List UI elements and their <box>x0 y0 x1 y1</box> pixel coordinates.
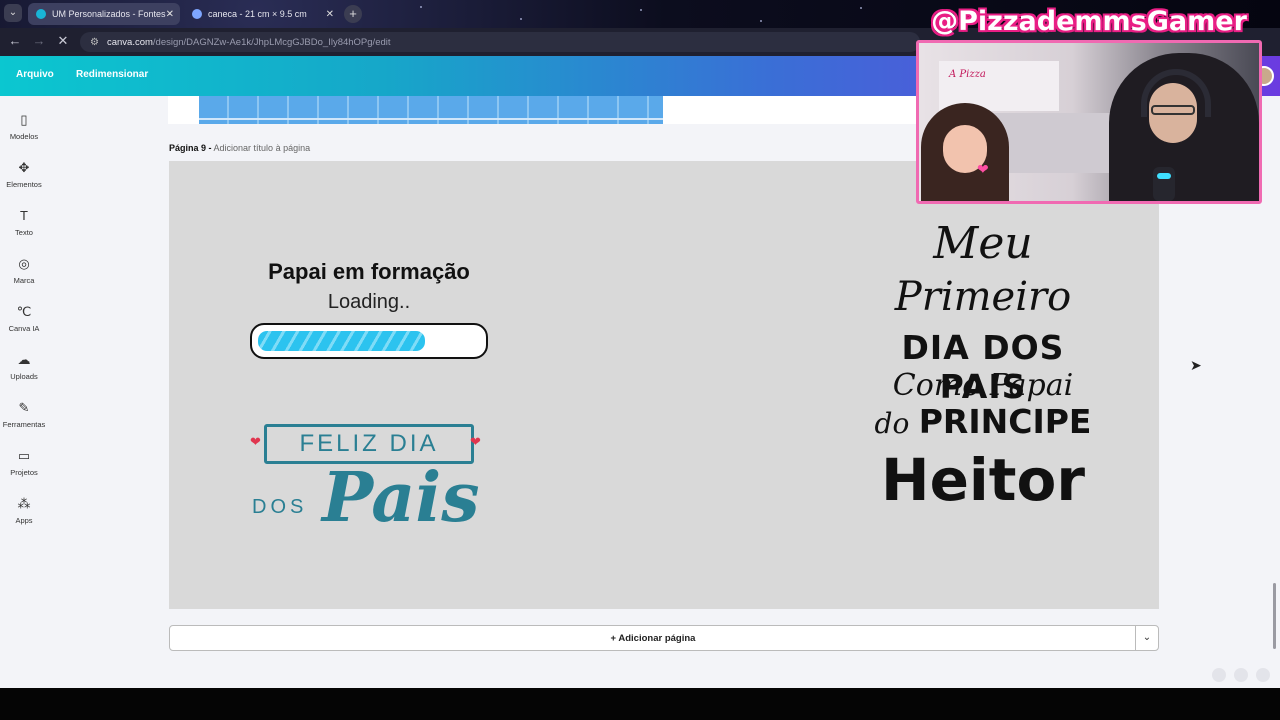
sidebar-item-label: Texto <box>15 228 33 237</box>
sidebar-item-texto[interactable]: T Texto <box>0 208 48 237</box>
loading-text[interactable]: Loading.. <box>250 291 488 314</box>
sidebar: ▯ Modelos ✥ Elementos T Texto ◎ Marca ℃ … <box>0 96 48 688</box>
sidebar-item-marca[interactable]: ◎ Marca <box>0 256 48 285</box>
pais-text: Pais <box>322 458 480 538</box>
stream-webcam-overlay: A Pizza ❤ @PizzademmsGamer <box>916 6 1262 204</box>
primeiro-text[interactable]: Primeiro <box>858 274 1108 320</box>
do-principe-text[interactable]: do PRINCIPE <box>858 402 1108 442</box>
sidebar-item-label: Marca <box>13 276 35 285</box>
back-arrow-icon[interactable]: ← <box>6 33 24 48</box>
folder-icon: ▭ <box>17 448 31 463</box>
streamer-handle: @PizzademmsGamer <box>931 6 1247 37</box>
glasses-icon <box>1151 105 1195 115</box>
site-info-icon[interactable]: ⚙ <box>90 37 99 48</box>
draw-tools-icon: ✎ <box>18 400 30 415</box>
close-tab-icon[interactable]: ✕ <box>326 9 334 20</box>
mouse-cursor-icon: ➤ <box>1190 357 1202 373</box>
cartoon-avatar: ❤ <box>921 103 1009 201</box>
magic-ai-icon: ℃ <box>16 304 32 319</box>
feliz-dia-text: FELIZ DIA <box>299 430 439 457</box>
brand-icon: ◎ <box>18 256 30 271</box>
help-dot-icon[interactable] <box>1234 668 1248 682</box>
help-dot-icon[interactable] <box>1212 668 1226 682</box>
dos-text: DOS <box>252 496 308 518</box>
url-path: /design/DAGNZw-Ae1k/JhpLMcgGJBDo_Ily84hO… <box>152 36 391 48</box>
resize-button[interactable]: Redimensionar <box>76 69 148 80</box>
sidebar-item-label: Apps <box>15 516 33 525</box>
bottom-bar <box>0 688 1280 720</box>
webcam-feed: A Pizza ❤ <box>916 40 1262 204</box>
page-title[interactable]: Página 9 - Adicionar título à página <box>169 143 310 153</box>
sidebar-item-canva-ia[interactable]: ℃ Canva IA <box>0 304 48 333</box>
sidebar-item-apps[interactable]: ⁂ Apps <box>0 496 48 525</box>
browser-tab[interactable]: caneca - 21 cm × 9.5 cm ✕ <box>184 3 340 25</box>
templates-icon: ▯ <box>20 112 28 127</box>
sidebar-item-ferramentas[interactable]: ✎ Ferramentas <box>0 400 48 429</box>
tab-search-menu-icon[interactable]: ⌄ <box>4 4 22 22</box>
page-number: Página 9 - <box>169 143 212 153</box>
sidebar-item-projetos[interactable]: ▭ Projetos <box>0 448 48 477</box>
sidebar-item-label: Elementos <box>6 180 42 189</box>
sidebar-item-label: Canva IA <box>8 324 40 333</box>
sidebar-item-uploads[interactable]: ☁ Uploads <box>0 352 48 381</box>
url-host: canva.com <box>106 36 153 48</box>
add-page-label: + Adicionar página <box>610 633 696 644</box>
heitor-text[interactable]: Heitor <box>858 446 1108 514</box>
tab-favicon-icon <box>192 9 202 19</box>
loading-progress-fill <box>258 331 425 351</box>
add-page-title-hint[interactable]: Adicionar título à página <box>214 143 311 153</box>
papai-em-formacao-text[interactable]: Papai em formação <box>250 259 488 285</box>
sidebar-item-label: Modelos <box>9 132 39 141</box>
sidebar-item-label: Ferramentas <box>2 420 46 429</box>
sidebar-item-elementos[interactable]: ✥ Elementos <box>0 160 48 189</box>
vertical-scrollbar[interactable] <box>1273 583 1276 649</box>
sidebar-item-label: Uploads <box>10 372 38 381</box>
chevron-down-icon[interactable]: ⌄ <box>1135 626 1158 650</box>
add-page-button[interactable]: + Adicionar página ⌄ <box>169 625 1159 651</box>
sidebar-item-modelos[interactable]: ▯ Modelos <box>0 112 48 141</box>
heart-icon: ❤ <box>250 434 261 449</box>
forward-arrow-icon[interactable]: → <box>30 33 48 48</box>
apps-icon: ⁂ <box>17 496 31 511</box>
file-menu-button[interactable]: Arquivo <box>16 69 54 80</box>
url-field[interactable]: ⚙ canva.com/design/DAGNZw-Ae1k/JhpLMcgGJ… <box>80 32 920 52</box>
principe-text: PRINCIPE <box>918 402 1092 441</box>
canva-favicon-icon <box>36 9 46 19</box>
do-text: do <box>874 407 910 440</box>
shelf-text: A Pizza <box>949 69 986 80</box>
microphone-light <box>1157 173 1171 179</box>
feliz-dia-dos-pais-graphic[interactable]: FELIZ DIA ❤ ❤ ❤ DOS Pais <box>250 420 490 542</box>
new-tab-icon[interactable]: + <box>344 5 362 23</box>
close-tab-icon[interactable]: ✕ <box>166 9 174 20</box>
meu-text[interactable]: Meu <box>858 218 1108 269</box>
tab-title: UM Personalizados - Fontes - <box>52 9 172 19</box>
help-dot-icon[interactable] <box>1256 668 1270 682</box>
browser-tab-active[interactable]: UM Personalizados - Fontes - ✕ <box>28 3 180 25</box>
text-icon: T <box>20 208 28 223</box>
como-papai-text[interactable]: Como Papai <box>858 368 1108 403</box>
sidebar-item-label: Projetos <box>10 468 38 477</box>
heart-icon: ❤ <box>470 434 481 449</box>
screen: ⌄ UM Personalizados - Fontes - ✕ caneca … <box>0 0 1280 720</box>
loading-progress-bar[interactable] <box>250 323 488 359</box>
upload-cloud-icon: ☁ <box>17 352 31 367</box>
previous-page-image <box>199 96 663 124</box>
tab-title: caneca - 21 cm × 9.5 cm <box>208 9 307 19</box>
elements-icon: ✥ <box>18 160 30 175</box>
heart-icon: ❤ <box>977 161 989 177</box>
stop-loading-icon[interactable]: ✕ <box>54 33 72 49</box>
